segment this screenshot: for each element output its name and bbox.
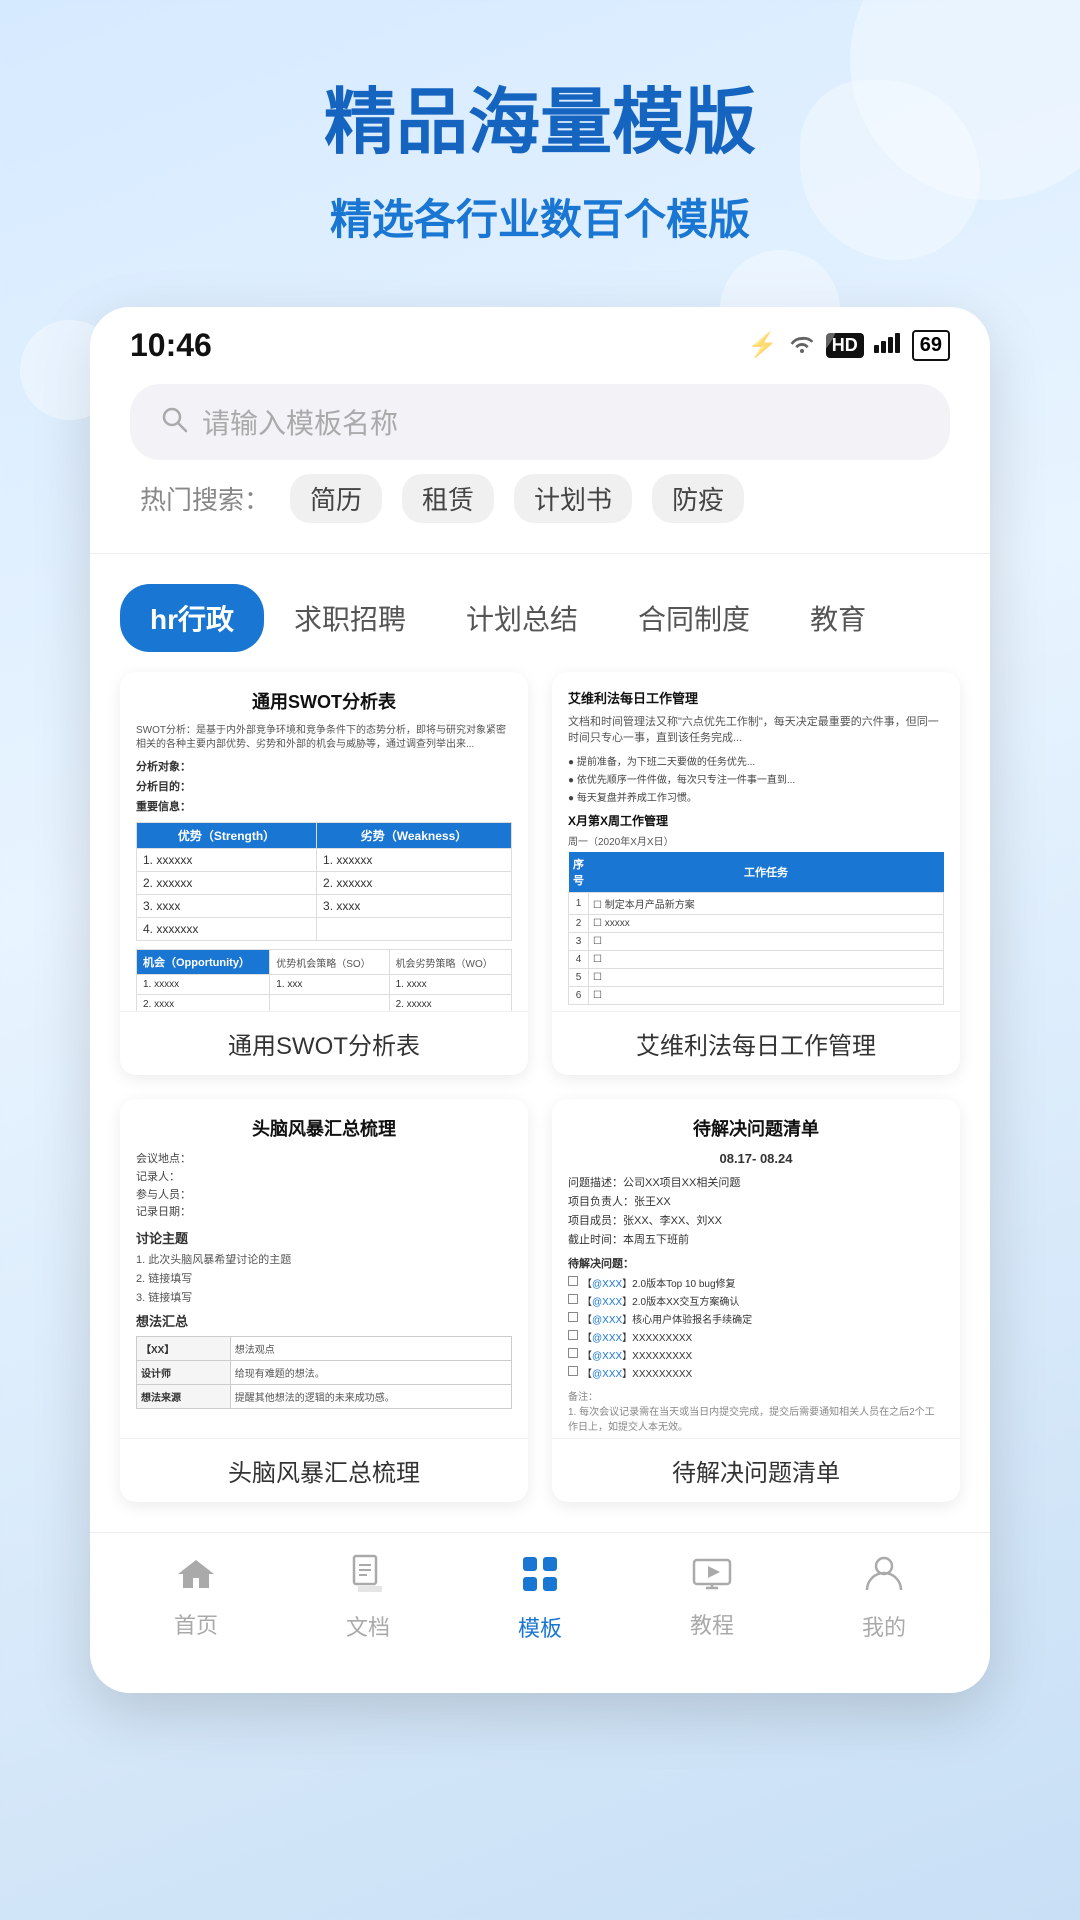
mine-icon [865, 1554, 903, 1604]
divider-1 [90, 553, 990, 554]
status-bar: 10:46 ⚡ HD 69 [90, 307, 990, 374]
nav-mine-label: 我的 [862, 1610, 906, 1642]
tab-hr[interactable]: hr行政 [120, 584, 264, 652]
signal-icon [874, 331, 902, 360]
hot-search: 热门搜索： 简历 租赁 计划书 防疫 [130, 460, 950, 523]
tab-contract[interactable]: 合同制度 [608, 584, 780, 652]
template-preview-problem: 待解决问题清单 08.17- 08.24 问题描述：公司XX项目XX相关问题 项… [552, 1099, 960, 1439]
nav-home[interactable]: 首页 [174, 1556, 218, 1640]
home-icon [176, 1556, 216, 1602]
template-card-swot[interactable]: 通用SWOT分析表 SWOT分析：是基于内外部竞争环境和竞争条件下的态势分析，即… [120, 672, 528, 1075]
bottom-nav: 首页 文档 模板 教程 我的 [90, 1532, 990, 1673]
work-doc-title: 艾维利法每日工作管理 [568, 688, 944, 707]
battery-icon: 69 [912, 330, 950, 361]
template-card-problem[interactable]: 待解决问题清单 08.17- 08.24 问题描述：公司XX项目XX相关问题 项… [552, 1099, 960, 1502]
template-label-problem: 待解决问题清单 [552, 1439, 960, 1502]
search-input-placeholder: 请输入模板名称 [202, 402, 398, 442]
tutorial-icon [692, 1556, 732, 1602]
template-card-brainstorm[interactable]: 头脑风暴汇总梳理 会议地点： 记录人： 参与人员： 记录日期： 讨论主题 1. … [120, 1099, 528, 1502]
template-label-brainstorm: 头脑风暴汇总梳理 [120, 1439, 528, 1502]
problem-doc-title: 待解决问题清单 [568, 1115, 944, 1141]
tab-job[interactable]: 求职招聘 [264, 584, 436, 652]
brainstorm-doc-title: 头脑风暴汇总梳理 [136, 1115, 512, 1141]
nav-docs[interactable]: 文档 [346, 1554, 390, 1642]
docs-icon [352, 1554, 384, 1604]
nav-mine[interactable]: 我的 [862, 1554, 906, 1642]
template-preview-brainstorm: 头脑风暴汇总梳理 会议地点： 记录人： 参与人员： 记录日期： 讨论主题 1. … [120, 1099, 528, 1439]
tab-edu[interactable]: 教育 [780, 584, 896, 652]
search-bar[interactable]: 请输入模板名称 [130, 384, 950, 460]
template-preview-work: 艾维利法每日工作管理 文档和时间管理法又称"六点优先工作制"，每天决定最重要的六… [552, 672, 960, 1012]
tab-plan[interactable]: 计划总结 [436, 584, 608, 652]
template-label-swot: 通用SWOT分析表 [120, 1012, 528, 1075]
hot-tag-pandemic[interactable]: 防疫 [652, 474, 744, 523]
template-card-work[interactable]: 艾维利法每日工作管理 文档和时间管理法又称"六点优先工作制"，每天决定最重要的六… [552, 672, 960, 1075]
nav-home-label: 首页 [174, 1608, 218, 1640]
template-grid: 通用SWOT分析表 SWOT分析：是基于内外部竞争环境和竞争条件下的态势分析，即… [90, 672, 990, 1522]
hot-tag-plan[interactable]: 计划书 [514, 474, 632, 523]
status-time: 10:46 [130, 327, 212, 364]
hot-label: 热门搜索： [140, 480, 270, 517]
hot-tag-rent[interactable]: 租赁 [402, 474, 494, 523]
nav-docs-label: 文档 [346, 1610, 390, 1642]
templates-icon [519, 1553, 561, 1605]
nav-tutorial-label: 教程 [690, 1608, 734, 1640]
nav-templates-label: 模板 [518, 1611, 562, 1643]
swot-doc-title: 通用SWOT分析表 [136, 688, 512, 714]
template-label-work: 艾维利法每日工作管理 [552, 1012, 960, 1075]
template-preview-swot: 通用SWOT分析表 SWOT分析：是基于内外部竞争环境和竞争条件下的态势分析，即… [120, 672, 528, 1012]
hot-tag-resume[interactable]: 简历 [290, 474, 382, 523]
category-tabs: hr行政 求职招聘 计划总结 合同制度 教育 [90, 564, 990, 672]
phone-mockup: 10:46 ⚡ HD 69 请输入模板名称 热门搜索： 简历 租赁 计划书 防疫 [90, 307, 990, 1693]
nav-templates[interactable]: 模板 [518, 1553, 562, 1643]
search-section: 请输入模板名称 热门搜索： 简历 租赁 计划书 防疫 [90, 374, 990, 543]
nav-tutorial[interactable]: 教程 [690, 1556, 734, 1640]
search-icon [160, 405, 188, 440]
